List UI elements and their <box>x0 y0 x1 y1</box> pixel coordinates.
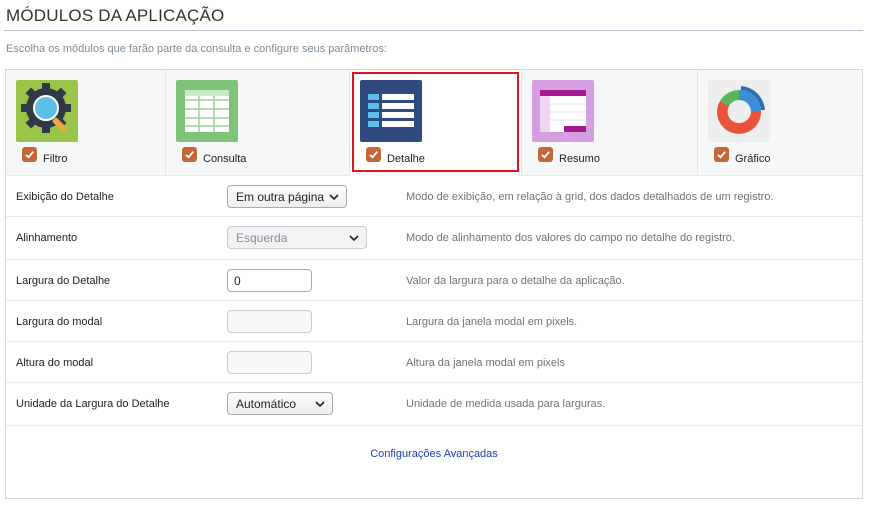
setting-row-largura-modal: Largura do modal Largura da janela modal… <box>6 301 862 342</box>
setting-row-largura-detalhe: Largura do Detalhe 0 Valor da largura pa… <box>6 260 862 301</box>
setting-description: Altura da janela modal em pixels <box>406 357 565 369</box>
module-filtro[interactable]: Filtro <box>6 70 166 176</box>
module-grafico[interactable]: Gráfico <box>698 70 862 176</box>
resumo-checkbox[interactable] <box>538 147 553 162</box>
summary-table-icon <box>532 80 594 142</box>
module-label-consulta: Consulta <box>203 153 247 165</box>
select-value: Automático <box>236 396 297 411</box>
module-detalhe[interactable]: Detalhe <box>350 70 522 176</box>
setting-label: Alinhamento <box>16 232 78 244</box>
setting-description: Valor da largura para o detalhe da aplic… <box>406 275 625 287</box>
setting-row-alinhamento: Alinhamento Esquerda Modo de alinhamento… <box>6 217 862 260</box>
grafico-checkbox[interactable] <box>714 147 729 162</box>
chevron-down-icon <box>315 401 325 408</box>
consulta-checkbox[interactable] <box>182 147 197 162</box>
setting-description: Modo de alinhamento dos valores do campo… <box>406 232 735 244</box>
filtro-checkbox[interactable] <box>22 147 37 162</box>
page-subtitle: Escolha os módulos que farão parte da co… <box>6 43 387 55</box>
setting-label: Unidade da Largura do Detalhe <box>16 398 170 410</box>
setting-label: Largura do Detalhe <box>16 275 111 287</box>
alinhamento-select[interactable]: Esquerda <box>227 226 367 249</box>
setting-row-altura-modal: Altura do modal Altura da janela modal e… <box>6 342 862 383</box>
detalhe-checkbox[interactable] <box>366 147 381 162</box>
setting-label: Exibição do Detalhe <box>16 191 114 203</box>
exibicao-select[interactable]: Em outra página <box>227 185 347 208</box>
advanced-settings-link[interactable]: Configurações Avançadas <box>6 448 862 460</box>
select-value: Em outra página <box>236 189 325 204</box>
input-value: 0 <box>234 273 241 288</box>
largura-detalhe-input[interactable]: 0 <box>227 269 312 292</box>
title-divider <box>4 30 863 31</box>
module-label-filtro: Filtro <box>43 153 68 165</box>
page-title: MÓDULOS DA APLICAÇÃO <box>6 6 225 25</box>
setting-description: Modo de exibição, em relação à grid, dos… <box>406 191 774 203</box>
module-tabs: Filtro Consulta Detalhe Resumo Gráfico <box>6 70 862 176</box>
chevron-down-icon <box>349 235 359 242</box>
unidade-select[interactable]: Automático <box>227 392 333 415</box>
module-label-grafico: Gráfico <box>735 153 771 165</box>
select-value: Esquerda <box>236 230 288 245</box>
detail-list-icon <box>360 80 422 142</box>
module-label-resumo: Resumo <box>559 153 600 165</box>
detail-settings: Exibição do Detalhe Em outra página Modo… <box>6 176 862 426</box>
module-consulta[interactable]: Consulta <box>166 70 350 176</box>
chart-donut-icon <box>708 80 770 142</box>
modules-panel: Filtro Consulta Detalhe Resumo Gráfico E… <box>5 69 863 499</box>
module-label-detalhe: Detalhe <box>387 153 425 165</box>
setting-label: Largura do modal <box>16 316 103 328</box>
setting-description: Unidade de medida usada para larguras. <box>406 398 606 410</box>
setting-row-exibicao: Exibição do Detalhe Em outra página Modo… <box>6 176 862 217</box>
setting-label: Altura do modal <box>16 357 94 369</box>
module-resumo[interactable]: Resumo <box>522 70 698 176</box>
altura-modal-input[interactable] <box>227 351 312 374</box>
chevron-down-icon <box>329 194 339 201</box>
largura-modal-input[interactable] <box>227 310 312 333</box>
filter-gear-icon <box>16 80 78 142</box>
setting-description: Largura da janela modal em pixels. <box>406 316 578 328</box>
grid-table-icon <box>176 80 238 142</box>
setting-row-unidade: Unidade da Largura do Detalhe Automático… <box>6 383 862 426</box>
